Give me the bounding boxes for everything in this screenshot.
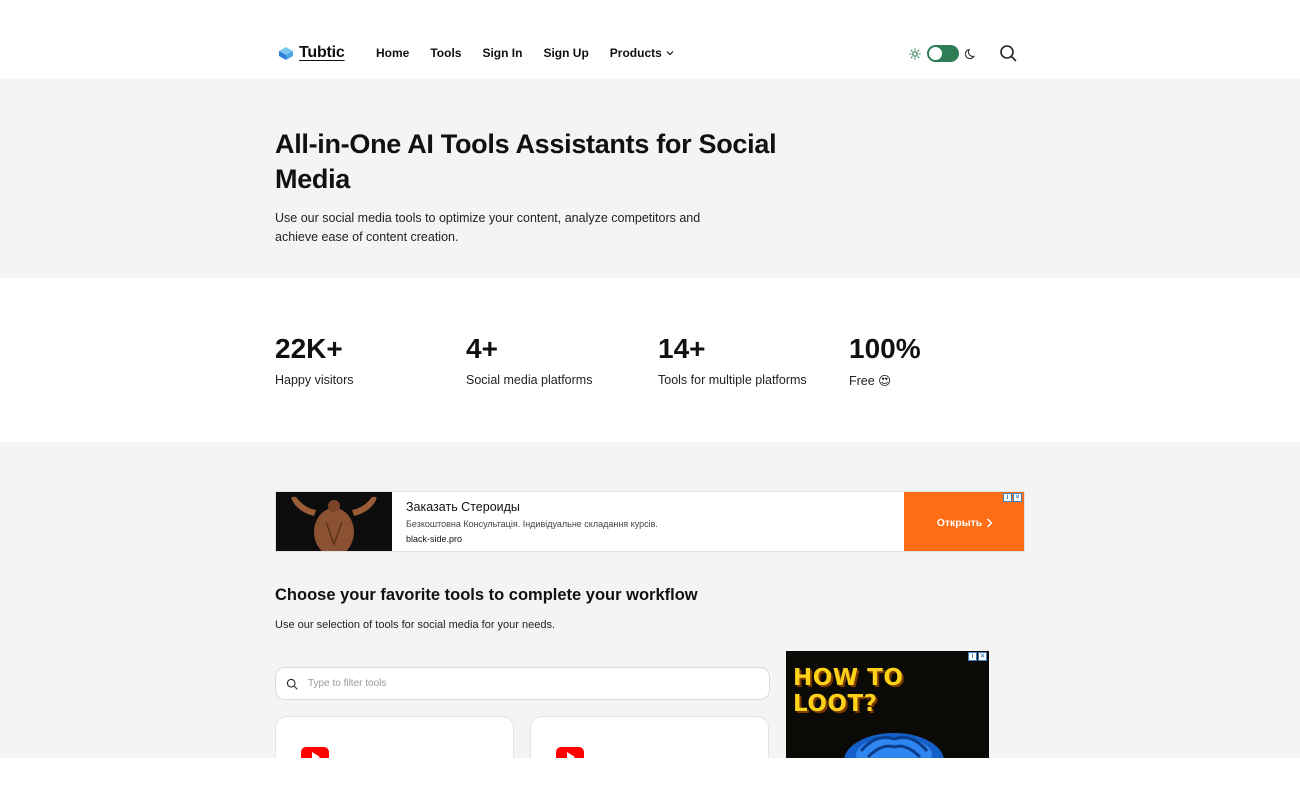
logo-link[interactable]: Tubtic (277, 44, 345, 62)
stat-label: Tools for multiple platforms (658, 373, 807, 387)
filter-box (275, 667, 770, 700)
theme-toggle[interactable] (927, 45, 959, 62)
stat-value: 100% (849, 333, 921, 364)
search-button[interactable] (999, 44, 1017, 67)
hero-subtitle: Use our social media tools to optimize y… (275, 211, 701, 244)
hero-title: All-in-One AI Tools Assistants for Socia… (275, 129, 777, 194)
ad-info-icon[interactable]: i (1003, 493, 1012, 502)
ad-image (276, 492, 392, 551)
youtube-icon (301, 747, 329, 758)
stat-label: Happy visitors (275, 373, 354, 387)
ad-banner[interactable]: Заказать Стероиды Безкоштовна Консультац… (275, 491, 1025, 552)
tools-section: Заказать Стероиды Безкоштовна Консультац… (0, 442, 1300, 758)
site-header: Tubtic Home Tools Sign In Sign Up Produc… (0, 0, 1300, 79)
ad-url: black-side.pro (406, 534, 463, 544)
tools-section-subtitle: Use our selection of tools for social me… (275, 619, 556, 631)
stat-free: 100% Free 😍 (849, 333, 921, 388)
youtube-icon (556, 747, 584, 758)
stat-value: 14+ (658, 333, 706, 364)
stat-value: 22K+ (275, 333, 343, 364)
stat-value: 4+ (466, 333, 498, 364)
ad-choices: i × (1003, 493, 1022, 502)
nav-home[interactable]: Home (376, 46, 409, 60)
theme-switch (909, 45, 977, 62)
stat-tools: 14+ Tools for multiple platforms (658, 333, 807, 387)
main-nav: Home Tools Sign In Sign Up Products (376, 46, 674, 60)
nav-products[interactable]: Products (610, 46, 674, 60)
stat-visitors: 22K+ Happy visitors (275, 333, 354, 387)
nav-products-label: Products (609, 46, 662, 60)
logo-text: Tubtic (299, 44, 345, 61)
ad-info-icon[interactable]: i (968, 652, 977, 661)
hero-section: All-in-One AI Tools Assistants for Socia… (0, 79, 1300, 278)
ad-choices: i × (968, 652, 987, 661)
nav-sign-up[interactable]: Sign Up (543, 46, 588, 60)
stat-label: Social media platforms (466, 373, 593, 387)
stats-section: 22K+ Happy visitors 4+ Social media plat… (0, 278, 1300, 442)
ad-title: Заказать Стероиды (406, 500, 520, 514)
chevron-right-icon (987, 517, 993, 528)
moon-icon (965, 48, 975, 59)
ad-close-icon[interactable]: × (978, 652, 987, 661)
stat-platforms: 4+ Social media platforms (466, 333, 592, 387)
stat-label: Free 😍 (849, 374, 892, 388)
ad-open-label: Открыть (936, 516, 983, 529)
nav-tools[interactable]: Tools (430, 46, 461, 60)
search-icon (1000, 45, 1017, 62)
tool-card[interactable] (530, 716, 769, 758)
search-icon (286, 678, 298, 690)
chevron-down-icon (666, 51, 674, 56)
logo-icon (279, 47, 293, 60)
tool-card[interactable] (275, 716, 514, 758)
side-ad[interactable]: HOW TO LOOT? i × (786, 651, 989, 758)
ad-subtitle: Безкоштовна Консультація. Індивідуальне … (406, 519, 658, 529)
side-ad-image (844, 733, 944, 758)
sun-icon (909, 47, 921, 60)
ad-close-icon[interactable]: × (1013, 493, 1022, 502)
nav-sign-in[interactable]: Sign In (482, 46, 522, 60)
bottom-strip (0, 758, 1300, 788)
filter-input[interactable] (308, 678, 738, 689)
tools-section-title: Choose your favorite tools to complete y… (275, 586, 698, 604)
